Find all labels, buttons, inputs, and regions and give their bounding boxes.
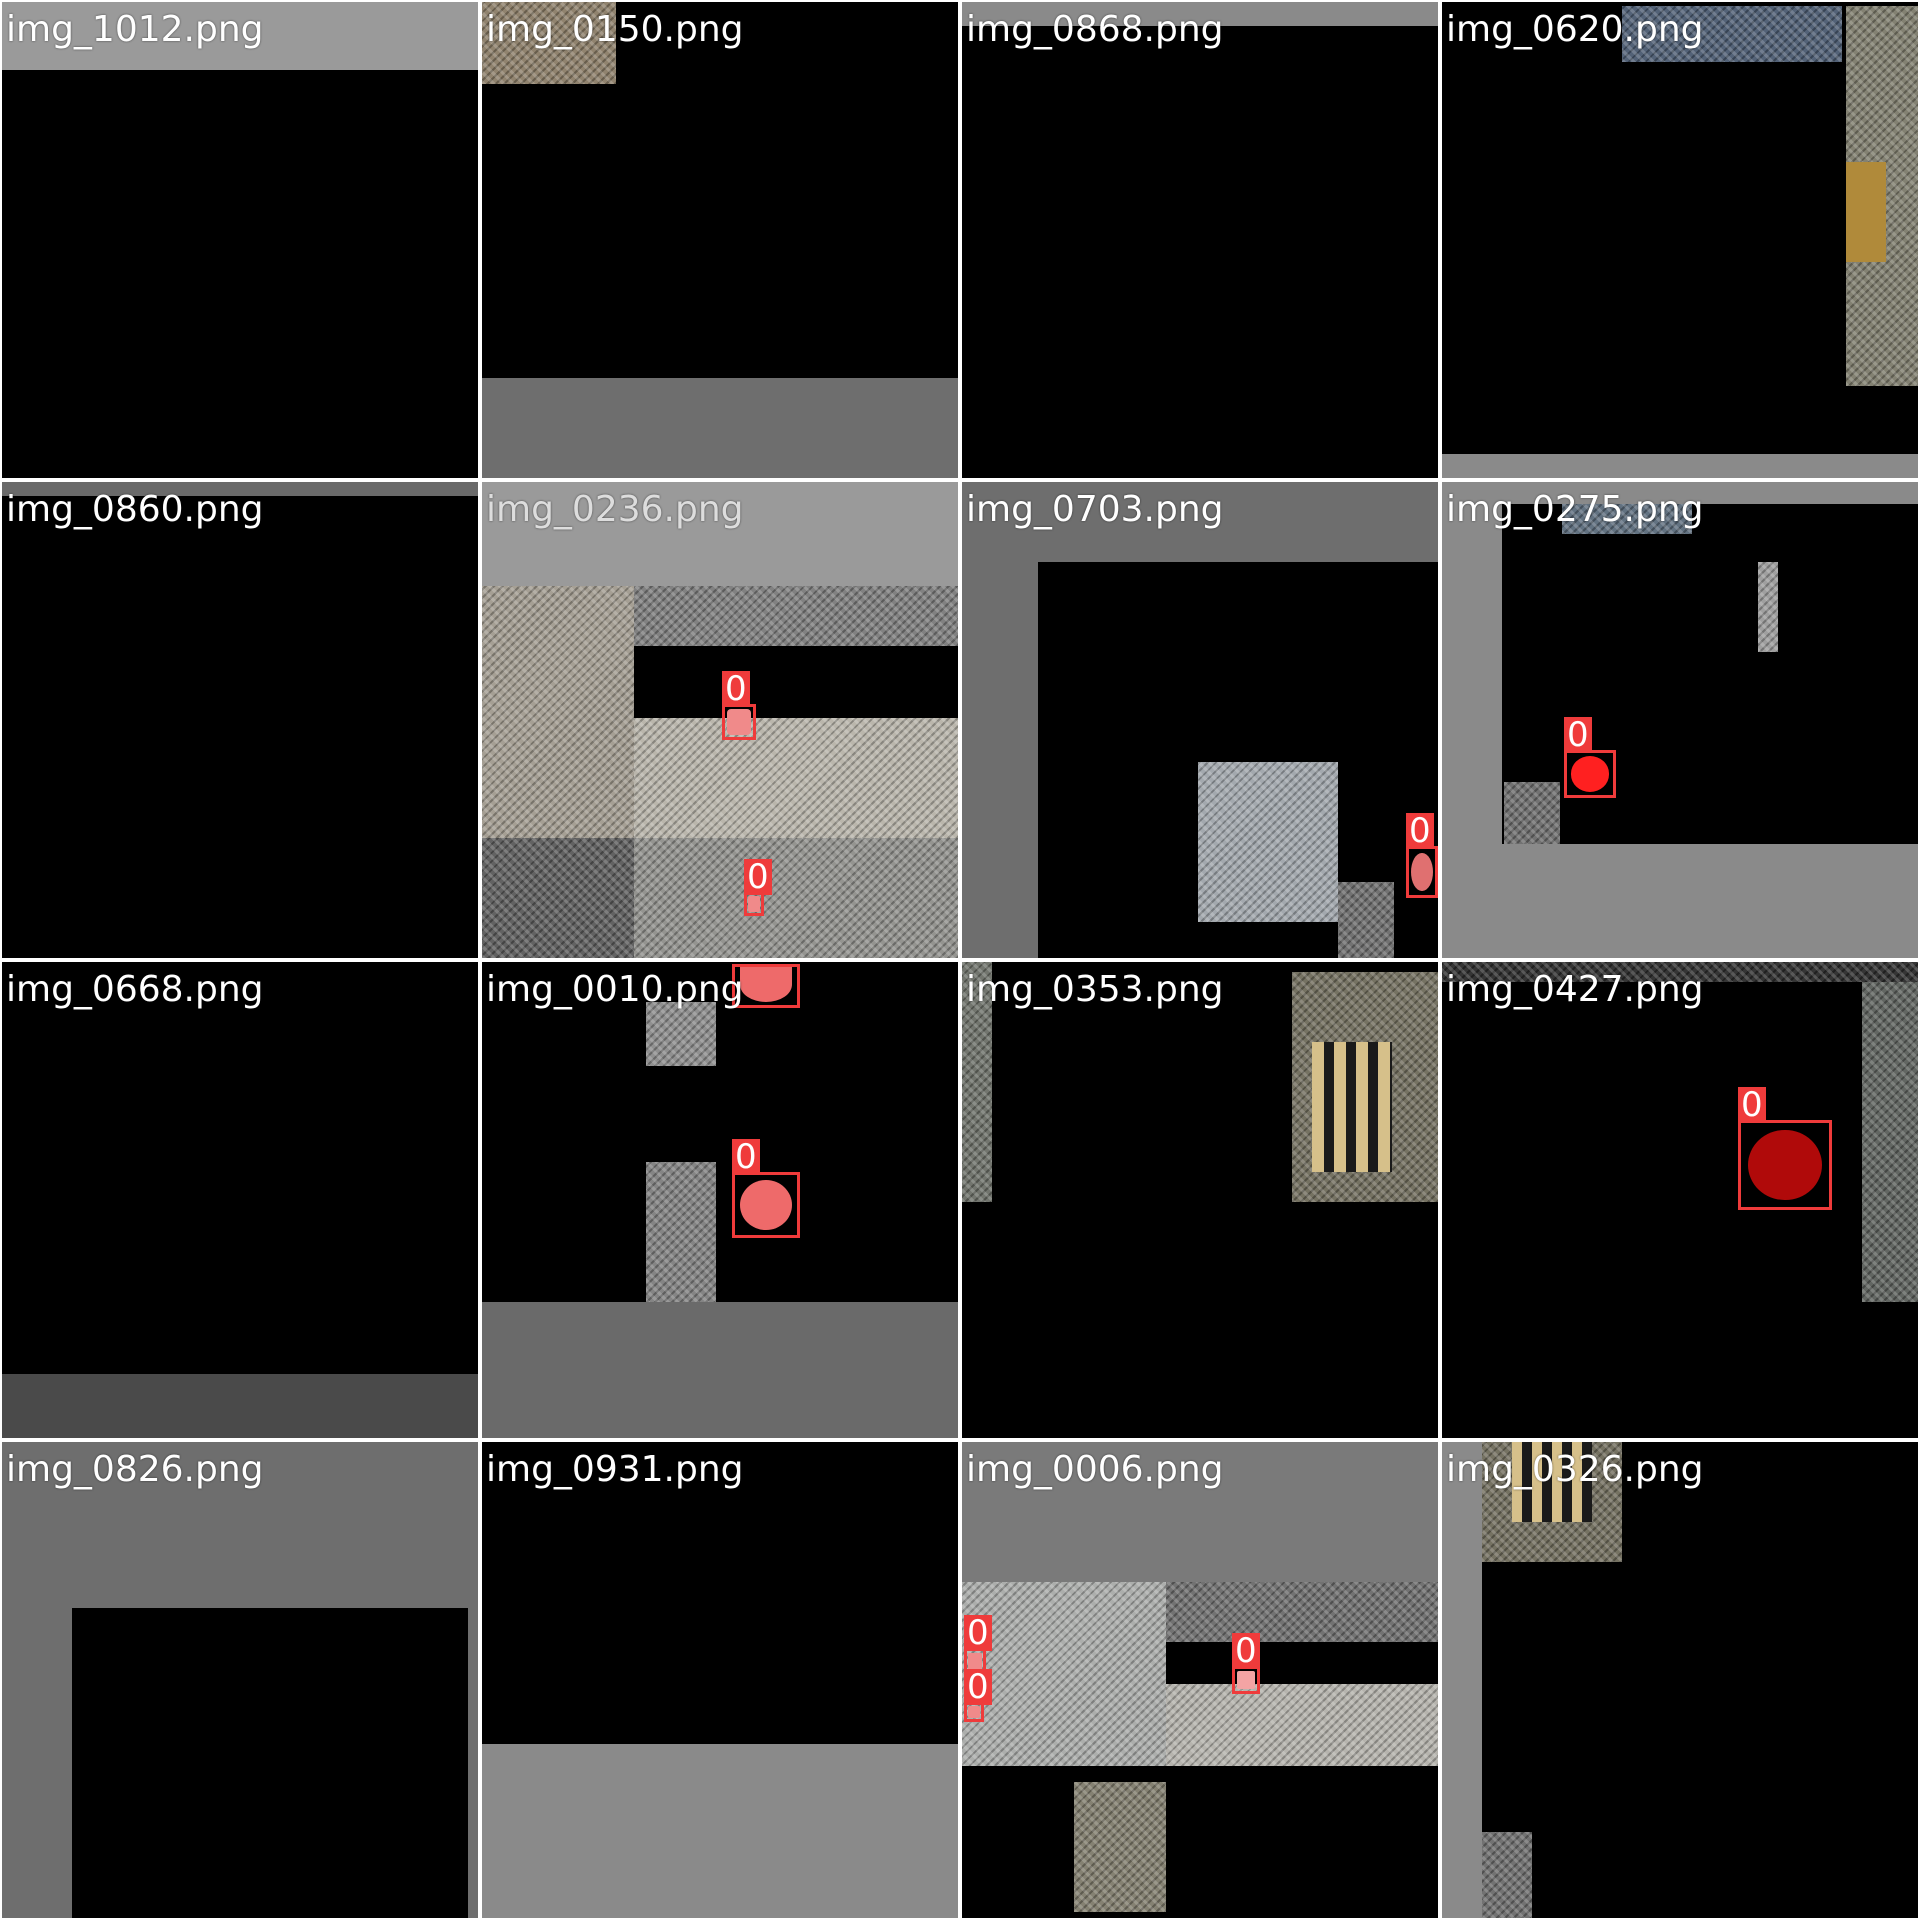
gray-padding: [2, 1374, 478, 1438]
image-mosaic: img_1012.png img_0150.png img_0868.png i…: [0, 0, 1920, 1920]
tile-img-1012: img_1012.png: [2, 2, 478, 478]
tile-filename: img_0353.png: [966, 969, 1224, 1010]
detection-box: 0: [732, 1139, 800, 1238]
tile-filename: img_1012.png: [6, 9, 264, 50]
photo-patch: [1504, 782, 1560, 844]
tile-img-0150: img_0150.png: [482, 2, 958, 478]
detection-class-label: 0: [722, 671, 750, 707]
tile-filename: img_0931.png: [486, 1449, 744, 1490]
tile-img-0860: img_0860.png: [2, 482, 478, 958]
detected-object: [1570, 756, 1610, 792]
gray-padding: [482, 378, 958, 478]
photo-patch: [1482, 1832, 1532, 1918]
gray-padding: [1442, 454, 1918, 478]
detection-class-label: 0: [1406, 813, 1434, 849]
tile-filename: img_0150.png: [486, 9, 744, 50]
tile-filename: img_0275.png: [1446, 489, 1704, 530]
tile-filename: img_0427.png: [1446, 969, 1704, 1010]
tile-img-0931: img_0931.png: [482, 1442, 958, 1918]
tile-img-0006: 0 0 0 img_0006.png: [962, 1442, 1438, 1918]
detection-box: 0: [1406, 813, 1438, 898]
photo-patch: [634, 718, 958, 838]
detection-class-label: 0: [1232, 1633, 1260, 1669]
detection-box: 0: [1738, 1087, 1832, 1210]
photo-patch: [482, 586, 634, 838]
detected-object: [748, 896, 760, 912]
detected-object: [1748, 1129, 1822, 1201]
photo-patch: [1198, 762, 1338, 922]
tile-filename: img_0860.png: [6, 489, 264, 530]
tile-filename: img_0868.png: [966, 9, 1224, 50]
tile-filename: img_0620.png: [1446, 9, 1704, 50]
detection-box: 0: [1564, 717, 1616, 798]
gray-padding: [482, 1302, 958, 1438]
gray-padding: [482, 1744, 958, 1918]
tile-img-0826: img_0826.png: [2, 1442, 478, 1918]
detected-object: [739, 1179, 793, 1231]
tile-img-0427: 0 img_0427.png: [1442, 962, 1918, 1438]
detected-object: [1236, 1670, 1256, 1690]
gray-padding: [1442, 1442, 1482, 1918]
photo-patch: [1166, 1582, 1438, 1642]
detection-class-label: 0: [1738, 1087, 1766, 1123]
detection-box: 0: [1232, 1633, 1260, 1694]
detection-box: 0: [744, 859, 772, 916]
striped-object: [1312, 1042, 1392, 1172]
detection-class-label: 0: [1564, 717, 1592, 753]
photo-patch: [1862, 982, 1918, 1302]
tile-img-0703: 0 img_0703.png: [962, 482, 1438, 958]
gray-padding: [2, 1608, 72, 1918]
tile-img-0620: img_0620.png: [1442, 2, 1918, 478]
tile-filename: img_0006.png: [966, 1449, 1224, 1490]
yellow-object: [1846, 162, 1886, 262]
gray-padding: [1442, 504, 1502, 958]
detected-object: [739, 967, 793, 1002]
photo-patch: [1166, 1684, 1438, 1766]
detection-box: 0: [722, 671, 756, 740]
tile-img-0868: img_0868.png: [962, 2, 1438, 478]
tile-img-0010: 0 img_0010.png: [482, 962, 958, 1438]
gray-padding: [1502, 844, 1918, 958]
tile-filename: img_0703.png: [966, 489, 1224, 530]
detection-class-label: 0: [964, 1669, 992, 1705]
tile-img-0668: img_0668.png: [2, 962, 478, 1438]
photo-patch: [634, 838, 958, 958]
tile-img-0236: 0 0 img_0236.png: [482, 482, 958, 958]
detection-class-label: 0: [732, 1139, 760, 1175]
gray-padding: [468, 1608, 478, 1918]
tile-img-0275: 0 img_0275.png: [1442, 482, 1918, 958]
photo-patch: [482, 838, 634, 958]
detection-class-label: 0: [964, 1615, 992, 1651]
tile-img-0326: img_0326.png: [1442, 1442, 1918, 1918]
photo-patch: [1338, 882, 1394, 958]
detection-box: 0: [964, 1669, 992, 1722]
photo-patch: [634, 586, 958, 646]
gray-padding: [962, 562, 1038, 958]
photo-patch: [1758, 562, 1778, 652]
detected-object: [727, 709, 751, 735]
tile-img-0353: img_0353.png: [962, 962, 1438, 1438]
photo-patch: [646, 1162, 716, 1302]
tile-filename: img_0668.png: [6, 969, 264, 1010]
detected-object: [968, 1706, 980, 1718]
detection-class-label: 0: [744, 859, 772, 895]
tile-filename: img_0010.png: [486, 969, 744, 1010]
photo-patch: [962, 1582, 1166, 1766]
tile-filename: img_0326.png: [1446, 1449, 1704, 1490]
detected-object: [1411, 852, 1433, 892]
tile-filename: img_0236.png: [486, 489, 744, 530]
tile-filename: img_0826.png: [6, 1449, 264, 1490]
photo-patch: [1074, 1782, 1166, 1912]
